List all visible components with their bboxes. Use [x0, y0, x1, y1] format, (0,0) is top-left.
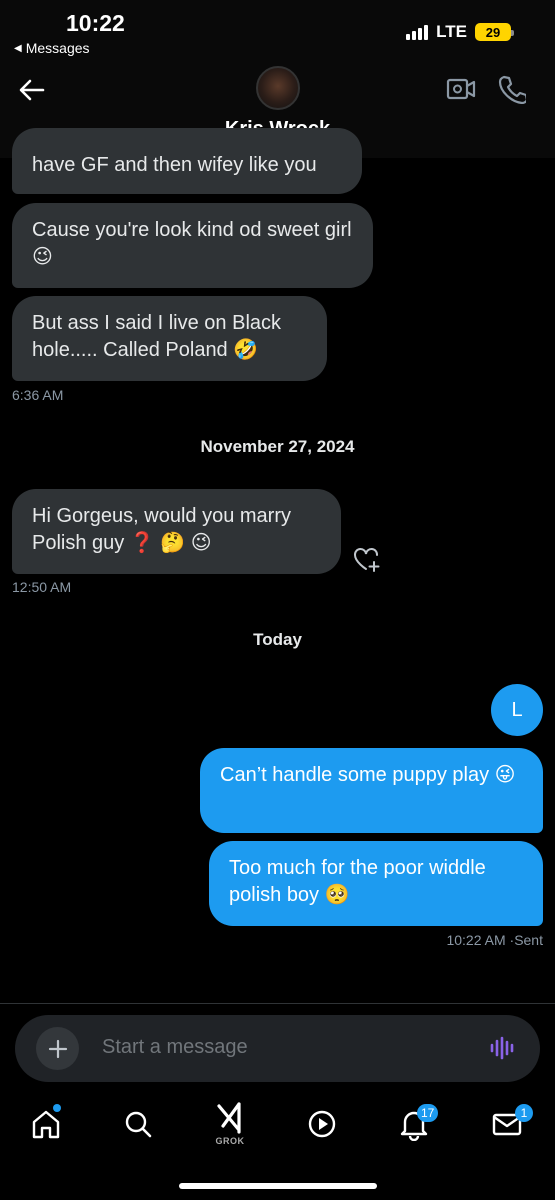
plus-icon — [48, 1039, 67, 1058]
battery-level: 29 — [485, 24, 501, 40]
date-separator: Today — [253, 630, 302, 649]
message-timestamp: 12:50 AM — [12, 579, 72, 595]
message-bubble-outgoing[interactable]: Can’t handle some puppy play 😜 — [200, 748, 543, 833]
add-reaction-icon[interactable] — [352, 545, 382, 573]
search-icon[interactable] — [121, 1107, 155, 1141]
message-bubble-incoming[interactable]: But ass I said I live on Black hole.....… — [12, 296, 327, 381]
message-timestamp: 6:36 AM — [12, 387, 64, 403]
battery-icon: 29 — [475, 23, 514, 41]
composer-divider — [0, 1003, 555, 1004]
user-avatar[interactable]: L — [491, 684, 543, 736]
message-composer[interactable] — [15, 1015, 540, 1082]
network-type: LTE — [436, 22, 467, 41]
home-icon[interactable] — [29, 1107, 63, 1141]
back-to-app-link[interactable]: ◀ Messages — [14, 40, 90, 56]
status-indicators: LTE 29 — [406, 22, 514, 42]
messages-badge: 1 — [515, 1104, 533, 1122]
message-bubble-outgoing[interactable]: Too much for the poor widdle polish boy … — [209, 841, 543, 926]
message-status-line: 10:22 AM ·Sent — [446, 932, 543, 948]
back-arrow-icon[interactable] — [18, 76, 46, 104]
back-to-app-label: Messages — [25, 40, 90, 56]
date-separator: November 27, 2024 — [200, 437, 355, 456]
message-timestamp: 10:22 AM — [446, 932, 506, 948]
signal-icon — [406, 24, 429, 40]
video-play-icon[interactable] — [305, 1107, 339, 1141]
message-bubble-incoming[interactable]: Cause you're look kind od sweet girl 😉 — [12, 203, 373, 288]
grok-icon[interactable] — [213, 1100, 247, 1136]
message-bubble-incoming[interactable]: have GF and then wifey like you — [12, 128, 362, 194]
video-call-icon[interactable] — [446, 76, 476, 102]
home-indicator[interactable] — [179, 1183, 377, 1189]
add-attachment-button[interactable] — [36, 1027, 79, 1070]
home-notification-dot — [53, 1104, 61, 1112]
message-bubble-incoming[interactable]: Hi Gorgeus, would you marry Polish guy ❓… — [12, 489, 341, 574]
contact-avatar[interactable] — [256, 66, 300, 110]
message-input[interactable]: Start a message — [102, 1036, 248, 1059]
voice-message-icon[interactable] — [489, 1036, 517, 1060]
notifications-badge: 17 — [417, 1104, 439, 1122]
phone-call-icon[interactable] — [498, 74, 526, 104]
back-triangle-icon: ◀ — [14, 42, 22, 54]
sent-status: Sent — [514, 932, 543, 948]
grok-label: GROK — [215, 1136, 245, 1146]
status-time: 10:22 — [66, 10, 125, 36]
